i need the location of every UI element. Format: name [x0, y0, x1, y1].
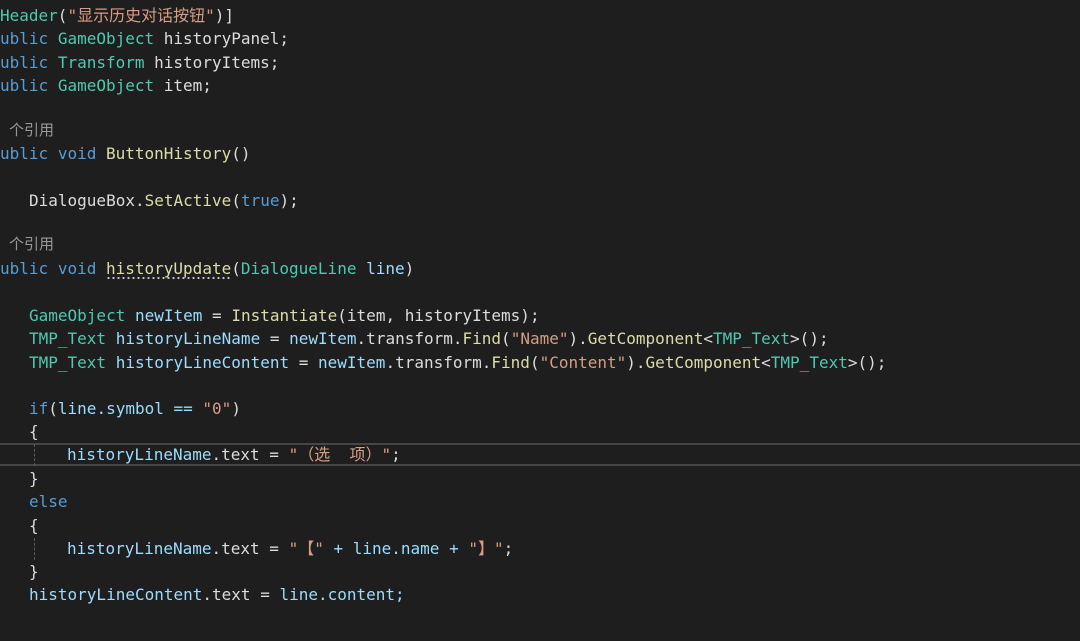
code-token: );	[279, 191, 299, 210]
string-bracket-close: "】"	[468, 539, 504, 558]
code-line-instantiate: GameObject newItem = Instantiate(item, h…	[29, 306, 540, 325]
code-line-header-attribute: Header("显示历史对话按钮")]	[0, 4, 1080, 27]
expr-line-content: line.content;	[279, 585, 405, 604]
code-token: )]	[214, 6, 234, 25]
method-set-active: SetActive	[144, 191, 232, 210]
keyword-public: ublic	[0, 144, 49, 163]
code-editor[interactable]: Header("显示历史对话按钮")] ublic GameObject his…	[0, 0, 1080, 641]
var-history-line-name: historyLineName	[67, 445, 212, 464]
string-content: "Content"	[539, 353, 627, 372]
keyword-if: if	[29, 399, 49, 418]
attribute-string: "显示历史对话按钮"	[67, 6, 215, 25]
codelens-label[interactable]: 个引用	[0, 121, 54, 139]
keyword-public: ublic	[0, 76, 49, 95]
keyword-public: ublic	[0, 259, 49, 278]
code-line-find-content: TMP_Text historyLineContent = newItem.tr…	[29, 353, 887, 372]
codelens-label[interactable]: 个引用	[0, 235, 54, 253]
code-line-else: else	[29, 490, 1080, 513]
type-gameobject: GameObject	[57, 76, 155, 95]
keyword-true: true	[240, 191, 280, 210]
var-history-line-content: historyLineContent	[29, 585, 203, 604]
code-line-history-update: ublic void historyUpdate(DialogueLine li…	[0, 259, 415, 280]
code-line-item: ublic GameObject item;	[0, 74, 1080, 97]
code-line-brace-open: {	[29, 514, 1080, 537]
code-line-name-assign: historyLineName.text = "【" + line.name +…	[67, 539, 514, 558]
var-new-item: newItem	[134, 306, 203, 325]
method-instantiate: Instantiate	[231, 306, 338, 325]
var-history-line-content: historyLineContent	[115, 353, 290, 372]
keyword-void: void	[57, 259, 97, 278]
code-line-if: if(line.symbol == "0")	[29, 399, 241, 418]
method-button-history: ButtonHistory	[105, 144, 232, 163]
var-history-line-name: historyLineName	[115, 329, 261, 348]
code-token: (	[57, 6, 68, 25]
indent-guide	[34, 444, 35, 466]
attribute-name: Header	[0, 6, 58, 25]
keyword-else: else	[29, 492, 68, 511]
code-token: .	[134, 191, 145, 210]
identifier-dialogue-box: DialogueBox	[29, 191, 135, 210]
code-token: (item, historyItems);	[337, 306, 540, 325]
code-token: .transform.	[385, 353, 492, 372]
keyword-void: void	[57, 144, 97, 163]
field-history-items: historyItems;	[144, 53, 280, 72]
codelens-references[interactable]: 个引用	[0, 233, 1080, 256]
method-find: Find	[491, 353, 530, 372]
code-line-button-history: ublic void ButtonHistory()	[0, 142, 1080, 165]
field-item: item;	[154, 76, 212, 95]
method-history-update: historyUpdate	[105, 259, 232, 280]
code-token: .text =	[211, 445, 289, 464]
code-line-brace-open: {	[29, 420, 1080, 443]
type-tmp-text: TMP_Text	[712, 329, 791, 348]
code-line-history-panel: ublic GameObject historyPanel;	[0, 27, 1080, 50]
code-token: ()	[231, 144, 251, 163]
code-line-find-name: TMP_Text historyLineName = newItem.trans…	[29, 329, 829, 348]
indent-guide	[34, 538, 35, 560]
type-dialogue-line: DialogueLine	[240, 259, 357, 278]
codelens-references[interactable]: 个引用	[0, 119, 1080, 142]
var-new-item: newItem	[289, 329, 357, 348]
string-bracket-open: "【"	[288, 539, 324, 558]
string-zero: "0"	[202, 399, 232, 418]
method-get-component: GetComponent	[645, 353, 762, 372]
brace-close: }	[29, 469, 39, 488]
code-line-brace-close: }	[29, 467, 1080, 490]
field-history-panel: historyPanel;	[154, 29, 289, 48]
code-token: .text =	[202, 585, 280, 604]
type-tmp-text: TMP_Text	[29, 353, 107, 372]
code-line-content-assign: historyLineContent.text = line.content;	[29, 583, 1080, 606]
method-get-component: GetComponent	[587, 329, 704, 348]
type-tmp-text: TMP_Text	[29, 329, 107, 348]
expr-line-symbol: line.symbol ==	[57, 399, 203, 418]
string-name: "Name"	[510, 329, 569, 348]
type-transform: Transform	[57, 53, 145, 72]
keyword-public: ublic	[0, 53, 49, 72]
brace-open: {	[29, 422, 39, 441]
var-new-item: newItem	[318, 353, 386, 372]
type-tmp-text: TMP_Text	[770, 353, 848, 372]
keyword-public: ublic	[0, 29, 49, 48]
var-history-line-name: historyLineName	[67, 539, 212, 558]
code-line-set-active: DialogueBox.SetActive(true);	[29, 191, 299, 210]
expr-line-name: + line.name +	[323, 539, 469, 558]
code-token: .text =	[211, 539, 289, 558]
method-find: Find	[462, 329, 502, 348]
brace-open: {	[29, 516, 39, 535]
code-token: .transform.	[356, 329, 463, 348]
param-line: line	[366, 259, 405, 278]
code-line-brace-close: }	[29, 560, 1080, 583]
code-line-history-items: ublic Transform historyItems;	[0, 51, 1080, 74]
type-gameobject: GameObject	[57, 29, 155, 48]
type-gameobject: GameObject	[29, 306, 126, 325]
brace-close: }	[29, 562, 39, 581]
string-option: "（选 项）"	[288, 445, 392, 464]
code-line-current[interactable]: historyLineName.text = "（选 项）";	[0, 443, 1080, 466]
